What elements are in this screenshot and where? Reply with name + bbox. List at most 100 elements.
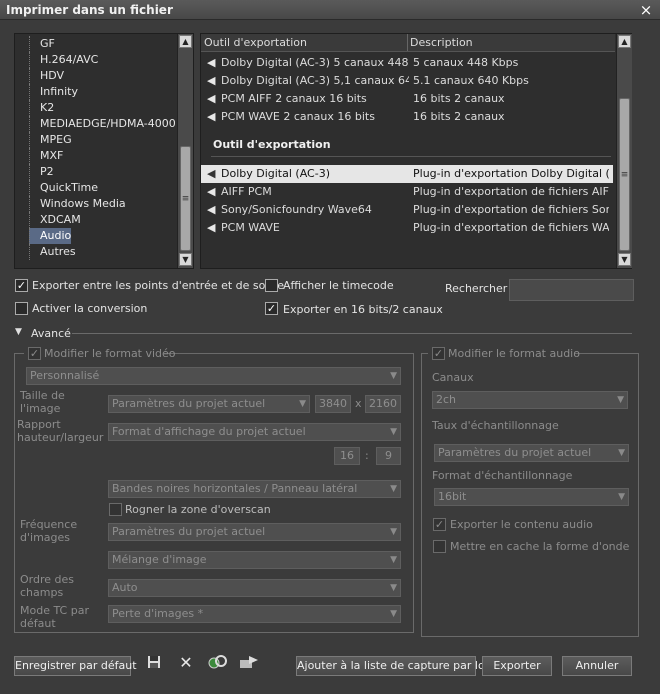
ratio-label: Rapport hauteur/largeur: [17, 418, 104, 444]
format-list-item[interactable]: XDCAM: [29, 212, 81, 228]
format-list-item[interactable]: QuickTime: [29, 180, 98, 196]
chevron-down-icon: ▼: [390, 484, 397, 494]
height-input[interactable]: 2160: [365, 395, 401, 413]
col-tool-header[interactable]: Outil d'exportation: [204, 34, 307, 51]
description-cell: 5 canaux 448 Kbps: [413, 56, 519, 69]
tool-cell: Dolby Digital (AC-3) 5 canaux 448 k...: [221, 56, 409, 69]
export-audio-checkbox[interactable]: ✓: [433, 518, 446, 531]
size-separator: x: [355, 397, 362, 410]
scroll-thumb[interactable]: ≡: [619, 98, 630, 251]
letterbox-combo[interactable]: Bandes noires horizontales / Panneau lat…: [108, 480, 401, 498]
format-list[interactable]: GF H.264/AVC HDV Infinity K2 MEDIAEDGE/HDMA-4…: [14, 33, 194, 269]
scroll-thumb[interactable]: ≡: [180, 146, 191, 251]
chevron-down-icon: ▼: [390, 371, 397, 381]
chevron-down-icon: ▼: [390, 427, 397, 437]
sample-rate-combo[interactable]: Paramètres du projet actuel ▼: [434, 444, 629, 462]
field-order-combo[interactable]: Auto ▼: [108, 579, 401, 597]
format-list-item[interactable]: MEDIAEDGE/HDMA-4000: [29, 116, 176, 132]
format-list-item[interactable]: K2: [29, 100, 54, 116]
scroll-up-icon[interactable]: ▲: [618, 35, 631, 48]
modify-video-checkbox[interactable]: ✓: [28, 347, 41, 360]
blend-combo[interactable]: Mélange d'image ▼: [108, 551, 401, 569]
format-list-item[interactable]: MXF: [29, 148, 63, 164]
ratio-combo[interactable]: Format d'affichage du projet actuel ▼: [108, 423, 401, 441]
sample-format-label: Format d'échantillonnage: [432, 469, 573, 482]
table-header: Outil d'exportation Description: [201, 34, 615, 52]
scroll-up-icon[interactable]: ▲: [179, 35, 192, 48]
scroll-down-icon[interactable]: ▼: [618, 253, 631, 266]
export-audio-label: Exporter le contenu audio: [450, 518, 593, 531]
export-settings-icon[interactable]: [239, 655, 259, 671]
cache-waveform-label: Mettre en cache la forme d'onde: [450, 540, 630, 553]
modify-audio-checkbox[interactable]: ✓: [432, 347, 445, 360]
format-list-item[interactable]: P2: [29, 164, 54, 180]
chevron-down-icon: ▼: [390, 609, 397, 619]
show-timecode-checkbox[interactable]: [265, 279, 278, 292]
table-row[interactable]: ◀ AIFF PCM Plug-in d'exportation de fichie…: [201, 183, 613, 201]
save-icon[interactable]: [146, 655, 162, 671]
save-default-button[interactable]: Enregistrer par défaut: [14, 656, 137, 676]
audio-group-legend: ✓ Modifier le format audio: [428, 346, 580, 362]
chevron-down-icon: ▼: [617, 395, 624, 405]
channels-combo[interactable]: 2ch ▼: [432, 391, 628, 409]
col-desc-header[interactable]: Description: [410, 34, 473, 51]
tool-cell: Dolby Digital (AC-3) 5,1 canaux 64...: [221, 74, 409, 87]
format-list-item[interactable]: GF: [29, 36, 55, 52]
section-divider: [211, 156, 611, 157]
cache-waveform-checkbox[interactable]: [433, 540, 446, 553]
ratio-b-input[interactable]: 9: [376, 447, 401, 465]
description-cell: Plug-in d'exportation de fichiers Sony/.…: [413, 203, 609, 216]
sample-format-combo[interactable]: 16bit ▼: [434, 488, 629, 506]
tool-cell: PCM AIFF 2 canaux 16 bits: [221, 92, 367, 105]
channels-label: Canaux: [432, 371, 474, 384]
search-input[interactable]: [509, 279, 634, 301]
format-list-item[interactable]: H.264/AVC: [29, 52, 98, 68]
tool-cell: PCM WAVE 2 canaux 16 bits: [221, 110, 375, 123]
format-list-item[interactable]: MPEG: [29, 132, 72, 148]
scroll-down-icon[interactable]: ▼: [179, 253, 192, 266]
table-row[interactable]: ◀ Dolby Digital (AC-3) 5,1 canaux 64... 5.…: [201, 72, 613, 90]
format-list-item[interactable]: Audio: [29, 228, 72, 244]
convert-icon[interactable]: [208, 655, 228, 671]
cancel-button[interactable]: Annuler: [562, 656, 632, 676]
ratio-a-input[interactable]: 16: [334, 447, 360, 465]
tc-mode-combo[interactable]: Perte d'images * ▼: [108, 605, 401, 623]
delete-icon[interactable]: ✕: [178, 655, 194, 671]
tool-cell: AIFF PCM: [221, 185, 272, 198]
table-row[interactable]: ◀ PCM WAVE 2 canaux 16 bits 16 bits 2 cana…: [201, 108, 613, 126]
export-button[interactable]: Exporter: [482, 656, 552, 676]
table-row[interactable]: ◀ PCM AIFF 2 canaux 16 bits 16 bits 2 cana…: [201, 90, 613, 108]
advanced-label[interactable]: Avancé: [31, 327, 71, 340]
description-cell: Plug-in d'exportation de fichiers AIFF .…: [413, 185, 609, 198]
enable-conversion-checkbox[interactable]: [15, 302, 28, 315]
collapse-arrow-icon[interactable]: ▼: [15, 327, 22, 337]
format-list-item[interactable]: Windows Media: [29, 196, 126, 212]
video-preset-combo[interactable]: Personnalisé ▼: [26, 367, 401, 385]
video-group-legend: ✓ Modifier le format vidéo: [24, 346, 176, 362]
format-list-scrollbar[interactable]: ▲ ≡ ▼: [177, 34, 193, 268]
table-row[interactable]: ◀ PCM WAVE Plug-in d'exportation de fichie…: [201, 219, 613, 237]
search-label: Rechercher: [445, 282, 508, 295]
format-list-item[interactable]: Autres: [29, 244, 76, 260]
modify-audio-label: Modifier le format audio: [448, 347, 580, 360]
table-row[interactable]: ◀ Dolby Digital (AC-3) Plug-in d'exportati…: [201, 165, 613, 183]
size-combo[interactable]: Paramètres du projet actuel ▼: [108, 395, 310, 413]
format-list-item[interactable]: HDV: [29, 68, 64, 84]
table-scrollbar[interactable]: ▲ ≡ ▼: [616, 34, 632, 268]
framerate-combo[interactable]: Paramètres du projet actuel ▼: [108, 523, 401, 541]
framerate-label: Fréquence d'images: [20, 518, 78, 544]
table-row[interactable]: ◀ Sony/Sonicfoundry Wave64 Plug-in d'expor…: [201, 201, 613, 219]
add-batch-button[interactable]: Ajouter à la liste de capture par lots: [296, 656, 495, 676]
export-in-out-checkbox[interactable]: ✓: [15, 279, 28, 292]
export-16bit-checkbox[interactable]: ✓: [265, 302, 278, 315]
chevron-down-icon: ▼: [618, 492, 625, 502]
export-in-out-label: Exporter entre les points d'entrée et de…: [32, 279, 285, 292]
overscan-checkbox[interactable]: [109, 503, 122, 516]
format-list-item[interactable]: Infinity: [29, 84, 78, 100]
export-tool-table[interactable]: Outil d'exportation Description ◀ Dolby D…: [200, 33, 632, 269]
width-input[interactable]: 3840: [315, 395, 351, 413]
description-cell: 16 bits 2 canaux: [413, 110, 505, 123]
table-row[interactable]: ◀ Dolby Digital (AC-3) 5 canaux 448 k... 5…: [201, 54, 613, 72]
close-icon[interactable]: ×: [638, 2, 654, 18]
enable-conversion-label: Activer la conversion: [32, 302, 148, 315]
